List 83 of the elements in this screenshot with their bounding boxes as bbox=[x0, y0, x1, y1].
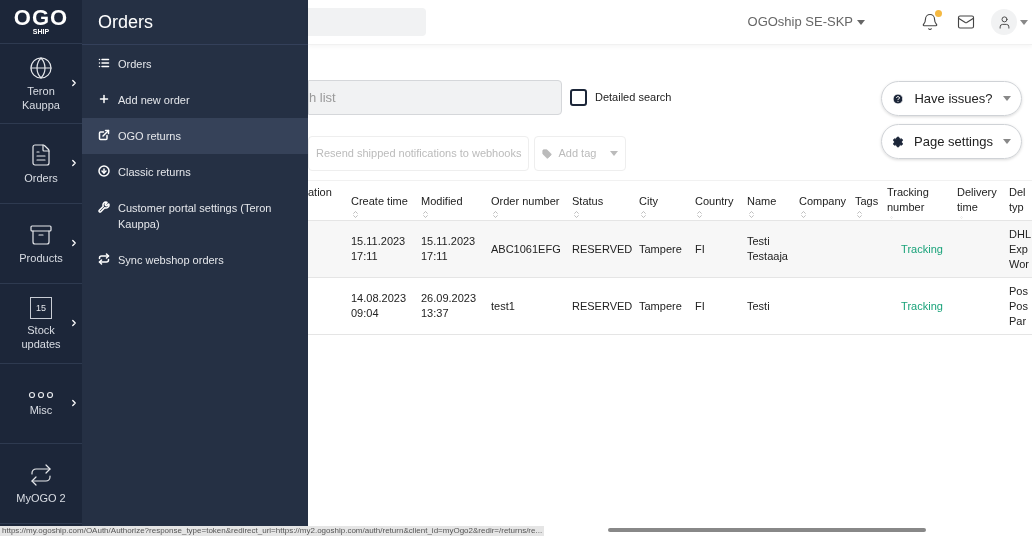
download-icon bbox=[98, 165, 110, 177]
settings-icon bbox=[892, 135, 904, 148]
sort-icon bbox=[351, 210, 360, 219]
caret-icon bbox=[857, 19, 865, 25]
wrench-icon bbox=[98, 201, 110, 213]
table-cell-text: Pos Pos Par bbox=[1009, 283, 1029, 329]
sort-icon bbox=[799, 210, 808, 219]
column-header[interactable]: Status bbox=[572, 185, 639, 219]
chevron-icon bbox=[69, 238, 79, 248]
chevron-icon bbox=[69, 78, 79, 88]
rail-label: Orders bbox=[23, 170, 59, 185]
table-cell-text: FI bbox=[695, 241, 706, 257]
table-row[interactable]: 15.11.2023 17:11 15.11.2023 17:11 ABC1061EFG RESERVED Tampere FI Testi Testaaja Tracking DHL Exp Wor bbox=[308, 221, 1032, 278]
column-header[interactable]: Name bbox=[747, 185, 799, 219]
caret-icon bbox=[610, 151, 619, 156]
table-cell-text: test1 bbox=[491, 298, 516, 314]
sort-icon bbox=[747, 210, 756, 219]
column-header[interactable]: Delivery time bbox=[957, 185, 1009, 219]
chevron-icon bbox=[69, 398, 79, 408]
column-header[interactable]: Country bbox=[695, 185, 747, 219]
column-header[interactable]: Order number bbox=[491, 185, 572, 219]
table-cell-text: 26.09.2023 13:37 bbox=[421, 291, 478, 321]
rail-label: Teron Kauppa bbox=[21, 83, 61, 112]
caret-icon bbox=[1020, 19, 1028, 25]
table-cell-text: Tampere bbox=[639, 298, 683, 314]
column-header[interactable]: Tracking number bbox=[887, 185, 957, 219]
sort-icon bbox=[695, 210, 704, 219]
table-cell-text: Testi bbox=[747, 298, 771, 314]
caret-icon bbox=[1003, 96, 1011, 101]
column-header[interactable]: Tags bbox=[855, 185, 887, 219]
checkbox-label: Detailed search bbox=[595, 90, 672, 106]
status-url: https://my.ogoship.com/OAuth/Authorize?response_type=token&redirect_uri=https://my2.ogoship.com/auth/return&client_id=myOgo2&redir=/returns/re... bbox=[0, 526, 545, 536]
table-cell: DHL Exp Wor bbox=[1009, 226, 1032, 272]
sort-icon bbox=[491, 210, 500, 219]
calendar-icon: 15 bbox=[30, 296, 52, 319]
bell-icon[interactable] bbox=[921, 13, 939, 31]
table-cell-text: ABC1061EFG bbox=[491, 241, 562, 257]
table-cell-text: RESERVED bbox=[572, 298, 634, 314]
table-cell-text: Tampere bbox=[639, 241, 683, 257]
box-icon bbox=[29, 222, 53, 247]
table-cell-text: 15.11.2023 17:11 bbox=[351, 234, 407, 264]
column-header[interactable]: Del typ bbox=[1009, 185, 1032, 219]
table-cell-text: 15.11.2023 17:11 bbox=[421, 234, 477, 264]
plus-icon bbox=[98, 93, 110, 105]
mail-icon[interactable] bbox=[957, 13, 975, 31]
flyout-item[interactable]: OGO returns bbox=[82, 118, 308, 154]
column-header[interactable]: ation bbox=[308, 185, 351, 219]
sort-icon bbox=[421, 210, 430, 219]
sync-icon bbox=[98, 253, 110, 265]
sort-icon bbox=[855, 210, 864, 219]
table-cell-text: FI bbox=[695, 298, 706, 314]
table-cell-text: RESERVED bbox=[572, 241, 634, 257]
table-cell-text: 14.08.2023 09:04 bbox=[351, 291, 408, 321]
column-header[interactable]: Company bbox=[799, 185, 855, 219]
sort-icon bbox=[639, 210, 648, 219]
avatar[interactable] bbox=[991, 9, 1017, 35]
chevron-icon bbox=[69, 318, 79, 328]
tag-icon bbox=[542, 148, 553, 159]
rail-label: Misc bbox=[28, 402, 54, 417]
global-search-field[interactable] bbox=[308, 8, 426, 36]
search-field[interactable]: h list bbox=[308, 80, 562, 115]
logo[interactable]: OGO bbox=[13, 7, 69, 28]
swap-arrows-icon bbox=[29, 462, 53, 487]
caret-icon bbox=[1003, 139, 1011, 144]
chevron-icon bbox=[69, 158, 79, 168]
rail-label: Products bbox=[18, 250, 64, 265]
account-selector[interactable]: OGOship SE-SKP bbox=[747, 12, 865, 32]
checkbox[interactable] bbox=[570, 89, 587, 106]
table-cell-text: Testi Testaaja bbox=[747, 234, 789, 264]
horizontal-scrollbar[interactable] bbox=[608, 528, 926, 532]
list-icon bbox=[98, 57, 110, 69]
external-link-icon bbox=[98, 129, 110, 141]
help-icon bbox=[892, 92, 904, 105]
rail-label: MyOGO 2 bbox=[15, 490, 67, 505]
globe-icon bbox=[29, 55, 53, 80]
column-header[interactable]: Create time bbox=[351, 185, 421, 219]
column-header[interactable]: City bbox=[639, 185, 695, 219]
rail-label: Stock updates bbox=[20, 322, 62, 351]
dots-icon bbox=[28, 390, 54, 399]
sort-icon bbox=[572, 210, 581, 219]
document-icon bbox=[29, 142, 53, 167]
flyout-title: Orders bbox=[98, 10, 153, 34]
column-header[interactable]: Modified bbox=[421, 185, 491, 219]
